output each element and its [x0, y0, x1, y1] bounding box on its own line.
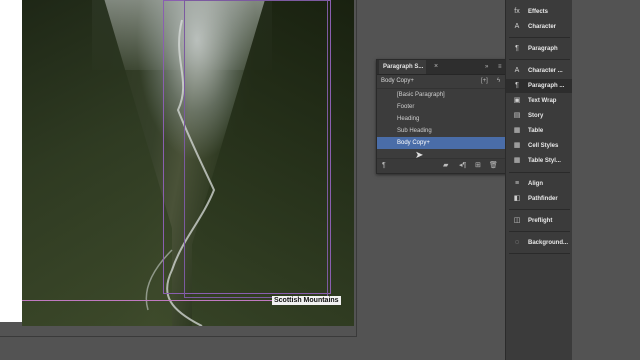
dock-item-label: Story [528, 113, 544, 119]
dock-item-preflight[interactable]: ◫ Preflight [506, 214, 573, 228]
background-tasks-icon: ◌ [514, 239, 520, 246]
dock-item-pathfinder[interactable]: ◧ Pathfinder [506, 192, 573, 206]
align-icon: ≡ [514, 180, 520, 187]
dock-item-label: Table [528, 128, 544, 134]
collapse-icon[interactable]: » [485, 60, 488, 74]
dock-divider [509, 253, 570, 254]
paragraph-icon: ¶ [515, 45, 519, 52]
dock-item-character-styles[interactable]: A Character ... [506, 64, 573, 78]
dock-item-paragraph-styles[interactable]: ¶ Paragraph ... [506, 79, 573, 93]
paragraph-styles-panel[interactable]: Paragraph S... × » ≡ Body Copy+ [+] ϟ [B… [376, 59, 509, 174]
paragraph-styles-icon: ¶ [515, 82, 519, 89]
dock-item-label: Preflight [528, 218, 553, 224]
character-styles-icon: A [514, 67, 520, 74]
image-caption[interactable]: Scottish Mountains [272, 296, 341, 305]
pasteboard[interactable]: Scottish Mountains [0, 0, 370, 360]
dock-item-label: Background... [528, 240, 569, 246]
dock-item-label: Table Styl... [528, 158, 561, 164]
dock-item-label: Text Wrap [528, 98, 557, 104]
clear-overrides-icon[interactable]: ¶ [382, 159, 386, 173]
workspace-background [572, 0, 640, 360]
pathfinder-icon: ◧ [513, 195, 521, 202]
panel-tab-label: Paragraph S... [383, 64, 424, 70]
dock-item-label: Paragraph [528, 46, 558, 52]
waterfall-stream [145, 19, 216, 326]
landscape-image-frame[interactable] [22, 0, 354, 326]
style-item-body-copy[interactable]: Body Copy+ [377, 137, 508, 149]
dock-item-label: Pathfinder [528, 196, 558, 202]
dock-divider [509, 59, 570, 60]
style-item-sub-heading[interactable]: Sub Heading [377, 125, 508, 137]
dock-item-paragraph[interactable]: ¶ Paragraph [506, 42, 573, 56]
mouse-cursor-icon: ➤ [415, 150, 424, 161]
panel-footer: ¶ ▰ ◂¶ ⊞ 🗑 [377, 158, 508, 173]
current-style-row: Body Copy+ [+] ϟ [377, 74, 508, 89]
dock-item-effects[interactable]: fx Effects [506, 5, 573, 19]
dock-item-label: Character ... [528, 68, 563, 74]
dock-divider [509, 37, 570, 38]
style-list: [Basic Paragraph] Footer Heading Sub Hea… [377, 89, 508, 149]
dock-divider [509, 172, 570, 173]
new-style-icon[interactable]: ⊞ [475, 159, 481, 173]
cell-styles-icon: ▦ [513, 142, 521, 149]
close-icon[interactable]: × [434, 60, 438, 74]
dock-item-background-tasks[interactable]: ◌ Background... [506, 236, 573, 250]
dock-divider [509, 209, 570, 210]
preflight-icon: ◫ [513, 217, 521, 224]
dock-item-label: Character [528, 24, 557, 30]
dock-item-label: Effects [528, 9, 549, 15]
dock-item-table-styles[interactable]: ▦ Table Styl... [506, 154, 573, 168]
trash-icon[interactable]: 🗑 [489, 159, 498, 173]
text-wrap-icon: ▣ [513, 97, 521, 104]
style-mapping-icon[interactable]: ◂¶ [459, 159, 466, 173]
story-icon: ▤ [513, 112, 521, 119]
dock-item-label: Paragraph ... [528, 83, 565, 89]
panel-menu-icon[interactable]: ≡ [498, 60, 502, 74]
new-style-from-selection-icon[interactable]: [+] [481, 74, 488, 88]
character-icon: A [514, 23, 520, 30]
style-item-basic-paragraph[interactable]: [Basic Paragraph] [377, 89, 508, 101]
dock-divider [509, 231, 570, 232]
dock-item-text-wrap[interactable]: ▣ Text Wrap [506, 94, 573, 108]
style-item-heading[interactable]: Heading [377, 113, 508, 125]
panel-dock: fx Effects A Character ¶ Paragraph A Cha… [505, 0, 573, 360]
current-style-label: Body Copy+ [381, 78, 414, 84]
dock-item-label: Align [528, 181, 543, 187]
dock-item-table[interactable]: ▦ Table [506, 124, 573, 138]
dock-item-label: Cell Styles [528, 143, 559, 149]
dock-item-character[interactable]: A Character [506, 20, 573, 34]
panel-tab-bar[interactable]: Paragraph S... × » ≡ [377, 60, 508, 75]
style-item-footer[interactable]: Footer [377, 101, 508, 113]
panel-tab-paragraph-styles[interactable]: Paragraph S... [379, 60, 427, 74]
dock-item-align[interactable]: ≡ Align [506, 177, 573, 191]
lightning-icon[interactable]: ϟ [497, 74, 500, 88]
dock-item-story[interactable]: ▤ Story [506, 109, 573, 123]
dock-item-cell-styles[interactable]: ▦ Cell Styles [506, 139, 573, 153]
table-icon: ▦ [513, 127, 521, 134]
folder-icon[interactable]: ▰ [443, 159, 448, 173]
table-styles-icon: ▦ [513, 157, 521, 164]
fx-icon: fx [514, 8, 520, 15]
